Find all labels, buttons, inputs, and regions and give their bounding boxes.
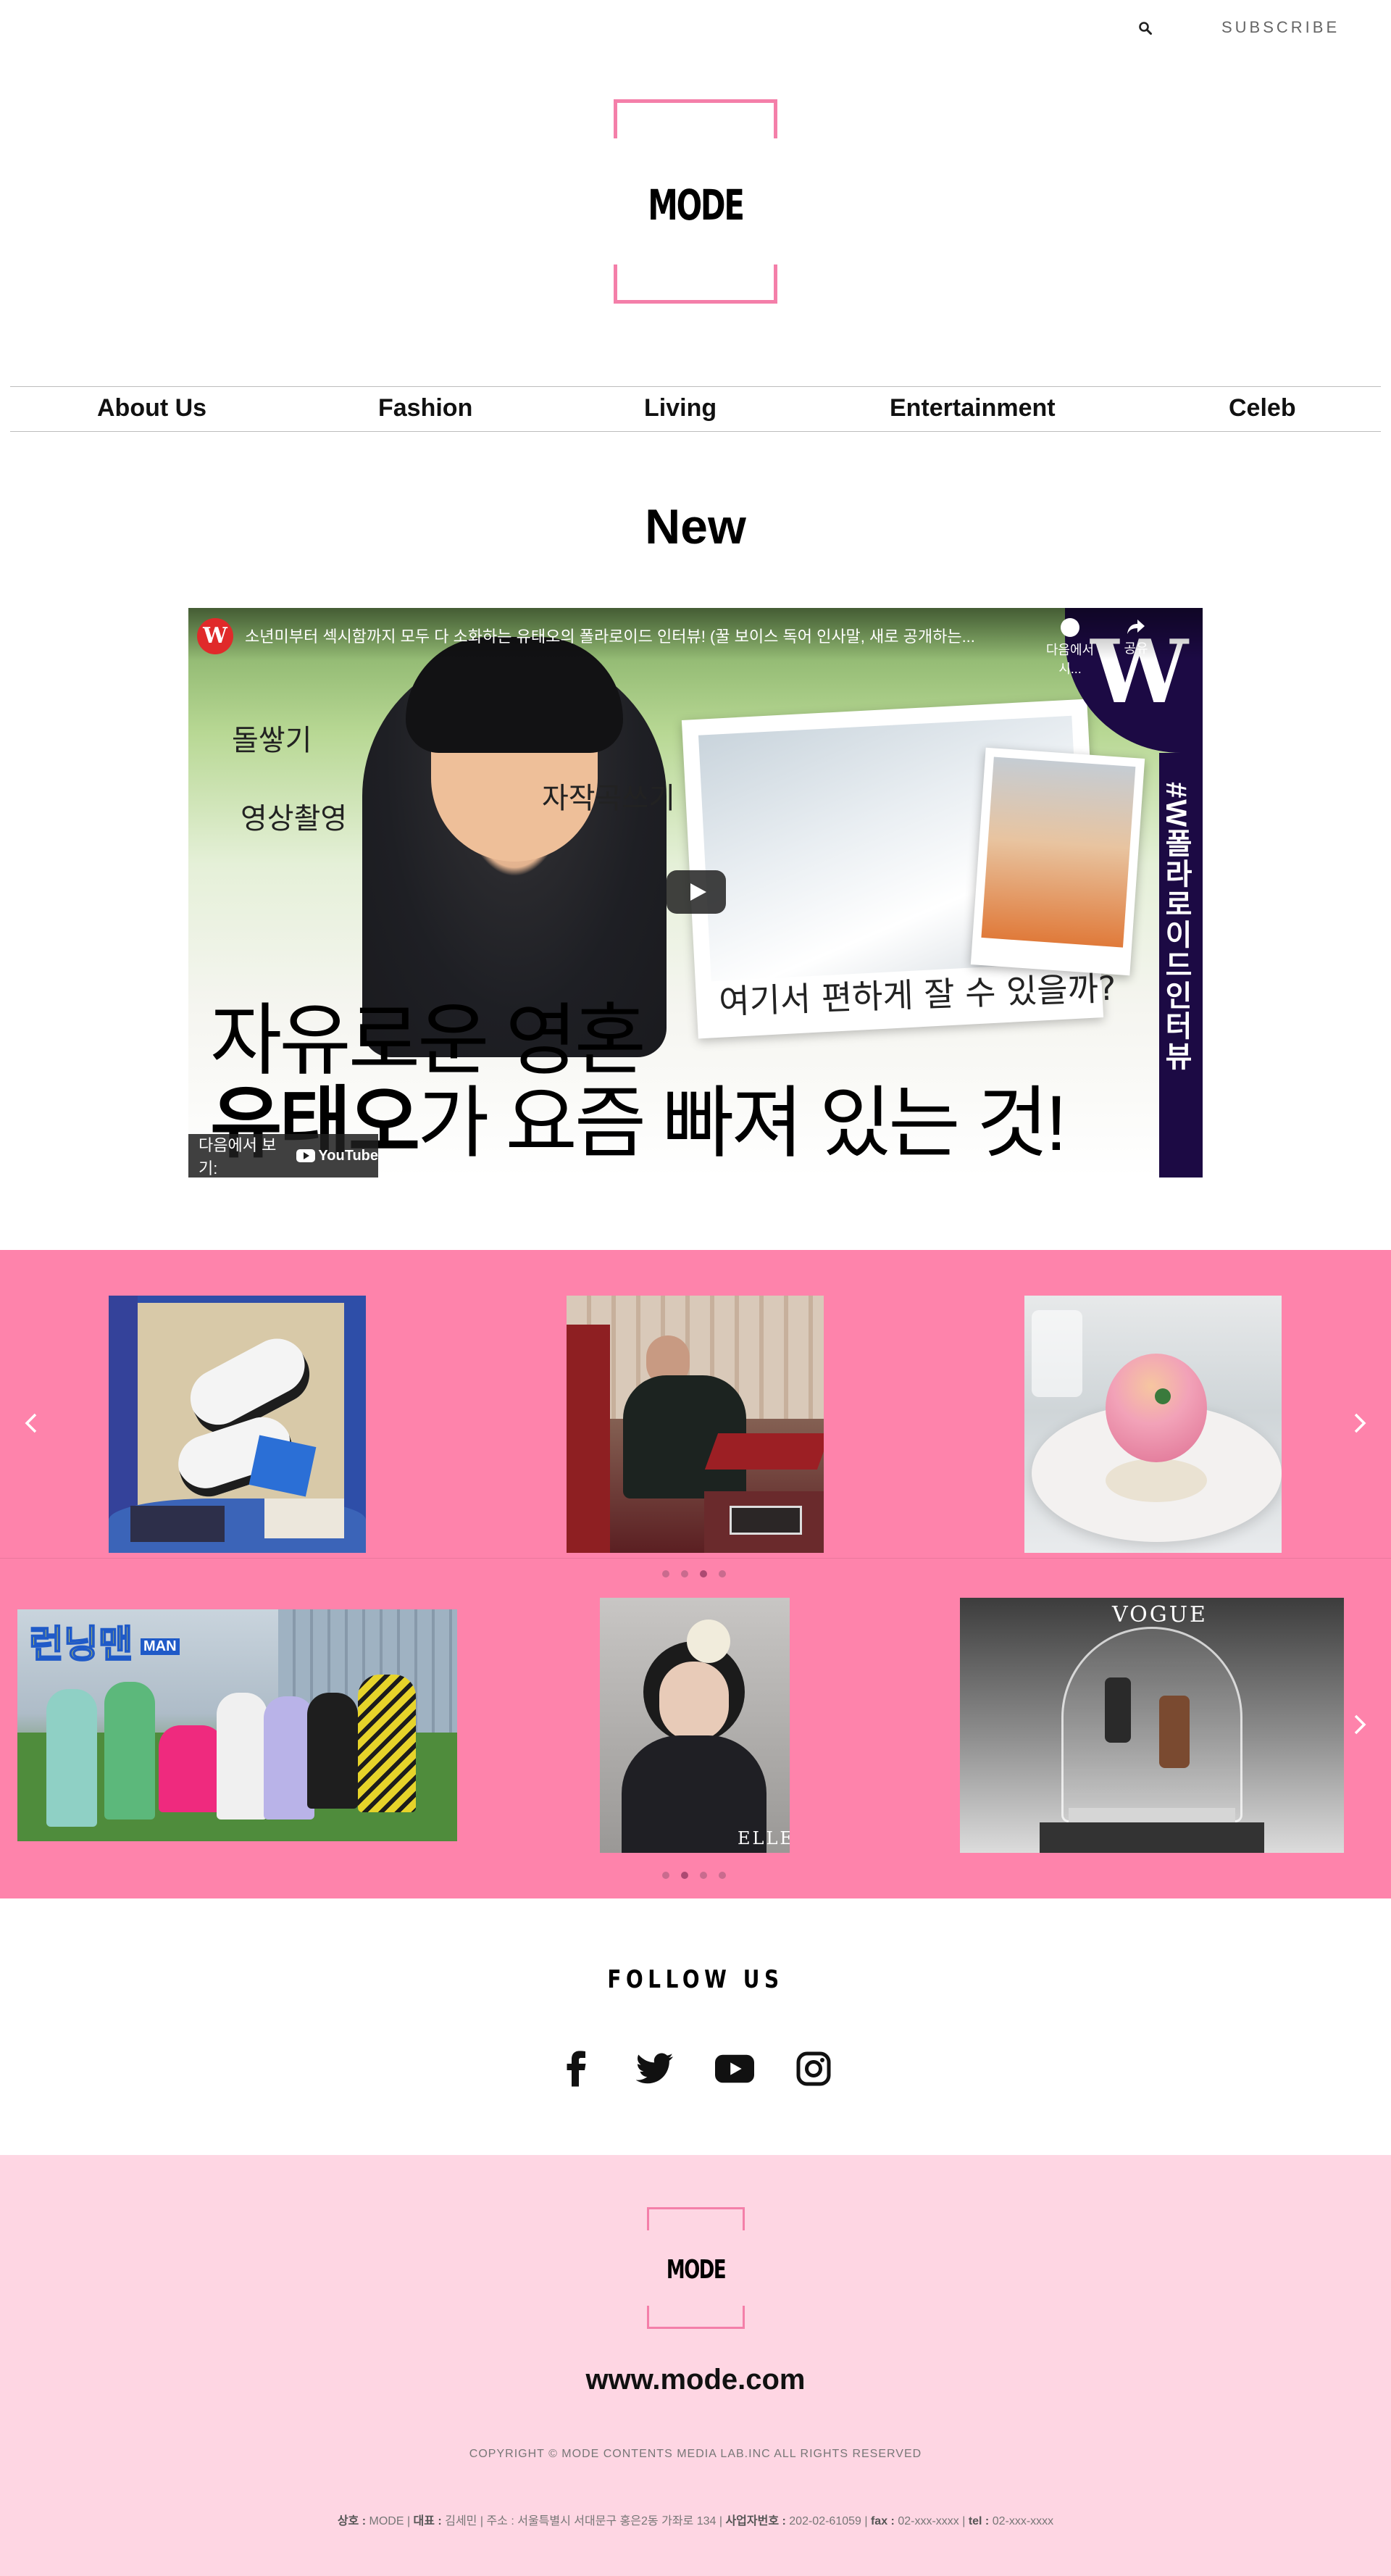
carousel2-slide-vogue-watch[interactable]: VOGUE bbox=[960, 1598, 1344, 1853]
ceo-value: 김세민 bbox=[445, 2515, 477, 2527]
nav-item-celeb[interactable]: Celeb bbox=[1229, 394, 1296, 422]
logo-bracket-bottom bbox=[614, 264, 777, 304]
subscribe-link[interactable]: SUBSCRIBE bbox=[1221, 18, 1340, 37]
section-title: New bbox=[645, 499, 746, 554]
dessert-image bbox=[1106, 1354, 1207, 1462]
video-title[interactable]: 소년미부터 섹시함까지 모두 다 소화하는 유태오의 폴라로이드 인터뷰! (꿀… bbox=[245, 624, 1042, 647]
carousel2-slide-elle[interactable]: ELLE bbox=[600, 1598, 790, 1853]
bizno-label: 사업자번호 : bbox=[725, 2515, 790, 2527]
running-man-logo: 런닝맨 bbox=[28, 1622, 134, 1667]
site-logo[interactable]: MODE bbox=[614, 99, 777, 304]
footer-logo-bracket-bottom bbox=[647, 2306, 745, 2329]
clock-icon bbox=[1061, 618, 1079, 637]
tel-label: tel : bbox=[968, 2515, 993, 2527]
portrait-face bbox=[659, 1662, 729, 1741]
fax-value: 02-xxx-xxxx bbox=[898, 2515, 959, 2527]
watch-image bbox=[1105, 1677, 1131, 1743]
play-button[interactable] bbox=[667, 870, 726, 914]
carousel-divider bbox=[0, 1558, 1391, 1559]
footer-copyright: COPYRIGHT © MODE CONTENTS MEDIA LAB.INC … bbox=[469, 2448, 922, 2460]
watch-on-youtube-button[interactable]: 다음에서 보기: YouTube bbox=[188, 1134, 378, 1177]
carousel1-slide-sandals[interactable] bbox=[109, 1296, 366, 1553]
share-icon bbox=[1127, 620, 1145, 634]
search-icon[interactable] bbox=[1136, 19, 1155, 38]
vogue-logo: VOGUE bbox=[1112, 1602, 1208, 1627]
youtube-icon[interactable] bbox=[715, 2049, 754, 2088]
carousel2-slide-running-man[interactable]: 런닝맨 MAN bbox=[17, 1609, 457, 1841]
youtube-logo: YouTube bbox=[296, 1148, 378, 1164]
handwriting-text: 자작곡쓰기 bbox=[542, 782, 675, 815]
logo-bracket-top bbox=[614, 99, 777, 138]
company-label: 상호 : bbox=[337, 2515, 369, 2527]
chevron-right-icon bbox=[1354, 1714, 1366, 1735]
video-player[interactable]: W #W폴라로이드인터뷰 돌쌓기 영상촬영 자작곡쓰기 여기서 편하게 잘 수 … bbox=[188, 608, 1203, 1177]
follow-us-title: FOLLOW US bbox=[607, 1965, 784, 1994]
share-label: 공유 bbox=[1124, 641, 1148, 656]
cast-member bbox=[358, 1675, 416, 1812]
carousel1-slide-man-desk[interactable] bbox=[567, 1296, 824, 1553]
top-bar: SUBSCRIBE bbox=[0, 0, 1391, 54]
elle-logo: ELLE bbox=[738, 1828, 790, 1848]
twitter-icon[interactable] bbox=[635, 2049, 674, 2088]
carousel1-prev-arrow[interactable] bbox=[17, 1409, 46, 1438]
logo-text: MODE bbox=[648, 180, 745, 230]
footer-logo-bracket-top bbox=[647, 2207, 745, 2230]
polaroid-photo-small bbox=[970, 747, 1145, 976]
youtube-label: YouTube bbox=[318, 1147, 378, 1164]
company-value: MODE bbox=[369, 2515, 404, 2527]
facebook-icon[interactable] bbox=[558, 2049, 597, 2088]
address-label: 주소 : bbox=[486, 2515, 518, 2527]
footer-company-info: 상호 : MODE | 대표 : 김세민 | 주소 : 서울특별시 서대문구 홍… bbox=[337, 2515, 1054, 2527]
chevron-left-icon bbox=[25, 1413, 37, 1433]
cast-member bbox=[46, 1689, 97, 1827]
footer-logo-text: MODE bbox=[666, 2255, 727, 2285]
ceo-label: 대표 : bbox=[413, 2515, 446, 2527]
youtube-icon bbox=[296, 1149, 316, 1162]
nav-item-living[interactable]: Living bbox=[644, 394, 717, 422]
carousel1-slide-dessert[interactable] bbox=[1024, 1296, 1282, 1553]
nav-item-about-us[interactable]: About Us bbox=[97, 394, 206, 422]
carousel2-dots bbox=[662, 1872, 726, 1879]
carousel2-dot-3[interactable] bbox=[700, 1872, 707, 1879]
nav-item-entertainment[interactable]: Entertainment bbox=[890, 394, 1056, 422]
footer-url[interactable]: www.mode.com bbox=[0, 2364, 1391, 2396]
handwriting-text: 돌쌓기 bbox=[232, 724, 312, 757]
video-headline-rest: 가 요즘 빠져 있는 것! bbox=[417, 1079, 1067, 1167]
bizno-value: 202-02-61059 bbox=[789, 2515, 861, 2527]
carousel1-dot-3[interactable] bbox=[700, 1570, 707, 1577]
carousel1-dots bbox=[662, 1570, 726, 1577]
watch-image bbox=[1159, 1696, 1190, 1768]
cast-member bbox=[159, 1725, 224, 1812]
watch-on-label: 다음에서 보기: bbox=[199, 1136, 277, 1177]
handwriting-text: 영상촬영 bbox=[241, 802, 348, 835]
carousel1-dot-2[interactable] bbox=[681, 1570, 688, 1577]
chevron-right-icon bbox=[1354, 1413, 1366, 1433]
carousel2-dot-1[interactable] bbox=[662, 1872, 669, 1879]
carousel2-dot-4[interactable] bbox=[719, 1872, 726, 1879]
cast-member bbox=[104, 1682, 155, 1820]
fax-label: fax : bbox=[870, 2515, 898, 2527]
watch-later-label: 다음에서 시... bbox=[1045, 643, 1095, 676]
carousel2-next-arrow[interactable] bbox=[1345, 1710, 1374, 1739]
channel-logo[interactable]: W bbox=[197, 618, 233, 654]
rose-image bbox=[687, 1620, 730, 1663]
cast-member bbox=[307, 1693, 358, 1809]
main-nav: About Us Fashion Living Entertainment Ce… bbox=[10, 386, 1381, 432]
carousel1-dot-4[interactable] bbox=[719, 1570, 726, 1577]
watch-later-button[interactable]: 다음에서 시... bbox=[1045, 618, 1095, 678]
carousel1-dot-1[interactable] bbox=[662, 1570, 669, 1577]
carousel2-dot-2[interactable] bbox=[681, 1872, 688, 1879]
address-value: 서울특별시 서대문구 홍은2동 가좌로 134 bbox=[517, 2515, 717, 2527]
nav-item-fashion[interactable]: Fashion bbox=[378, 394, 472, 422]
cast-member bbox=[217, 1693, 267, 1820]
instagram-icon[interactable] bbox=[794, 2049, 833, 2088]
tel-value: 02-xxx-xxxx bbox=[992, 2515, 1054, 2527]
footer-logo[interactable]: MODE bbox=[647, 2207, 745, 2329]
carousel1-next-arrow[interactable] bbox=[1345, 1409, 1374, 1438]
side-strip-text: #W폴라로이드인터뷰 bbox=[1160, 782, 1192, 1072]
share-button[interactable]: 공유 bbox=[1114, 618, 1158, 657]
glass-dome bbox=[1061, 1627, 1242, 1822]
running-man-sub: MAN bbox=[141, 1638, 180, 1655]
